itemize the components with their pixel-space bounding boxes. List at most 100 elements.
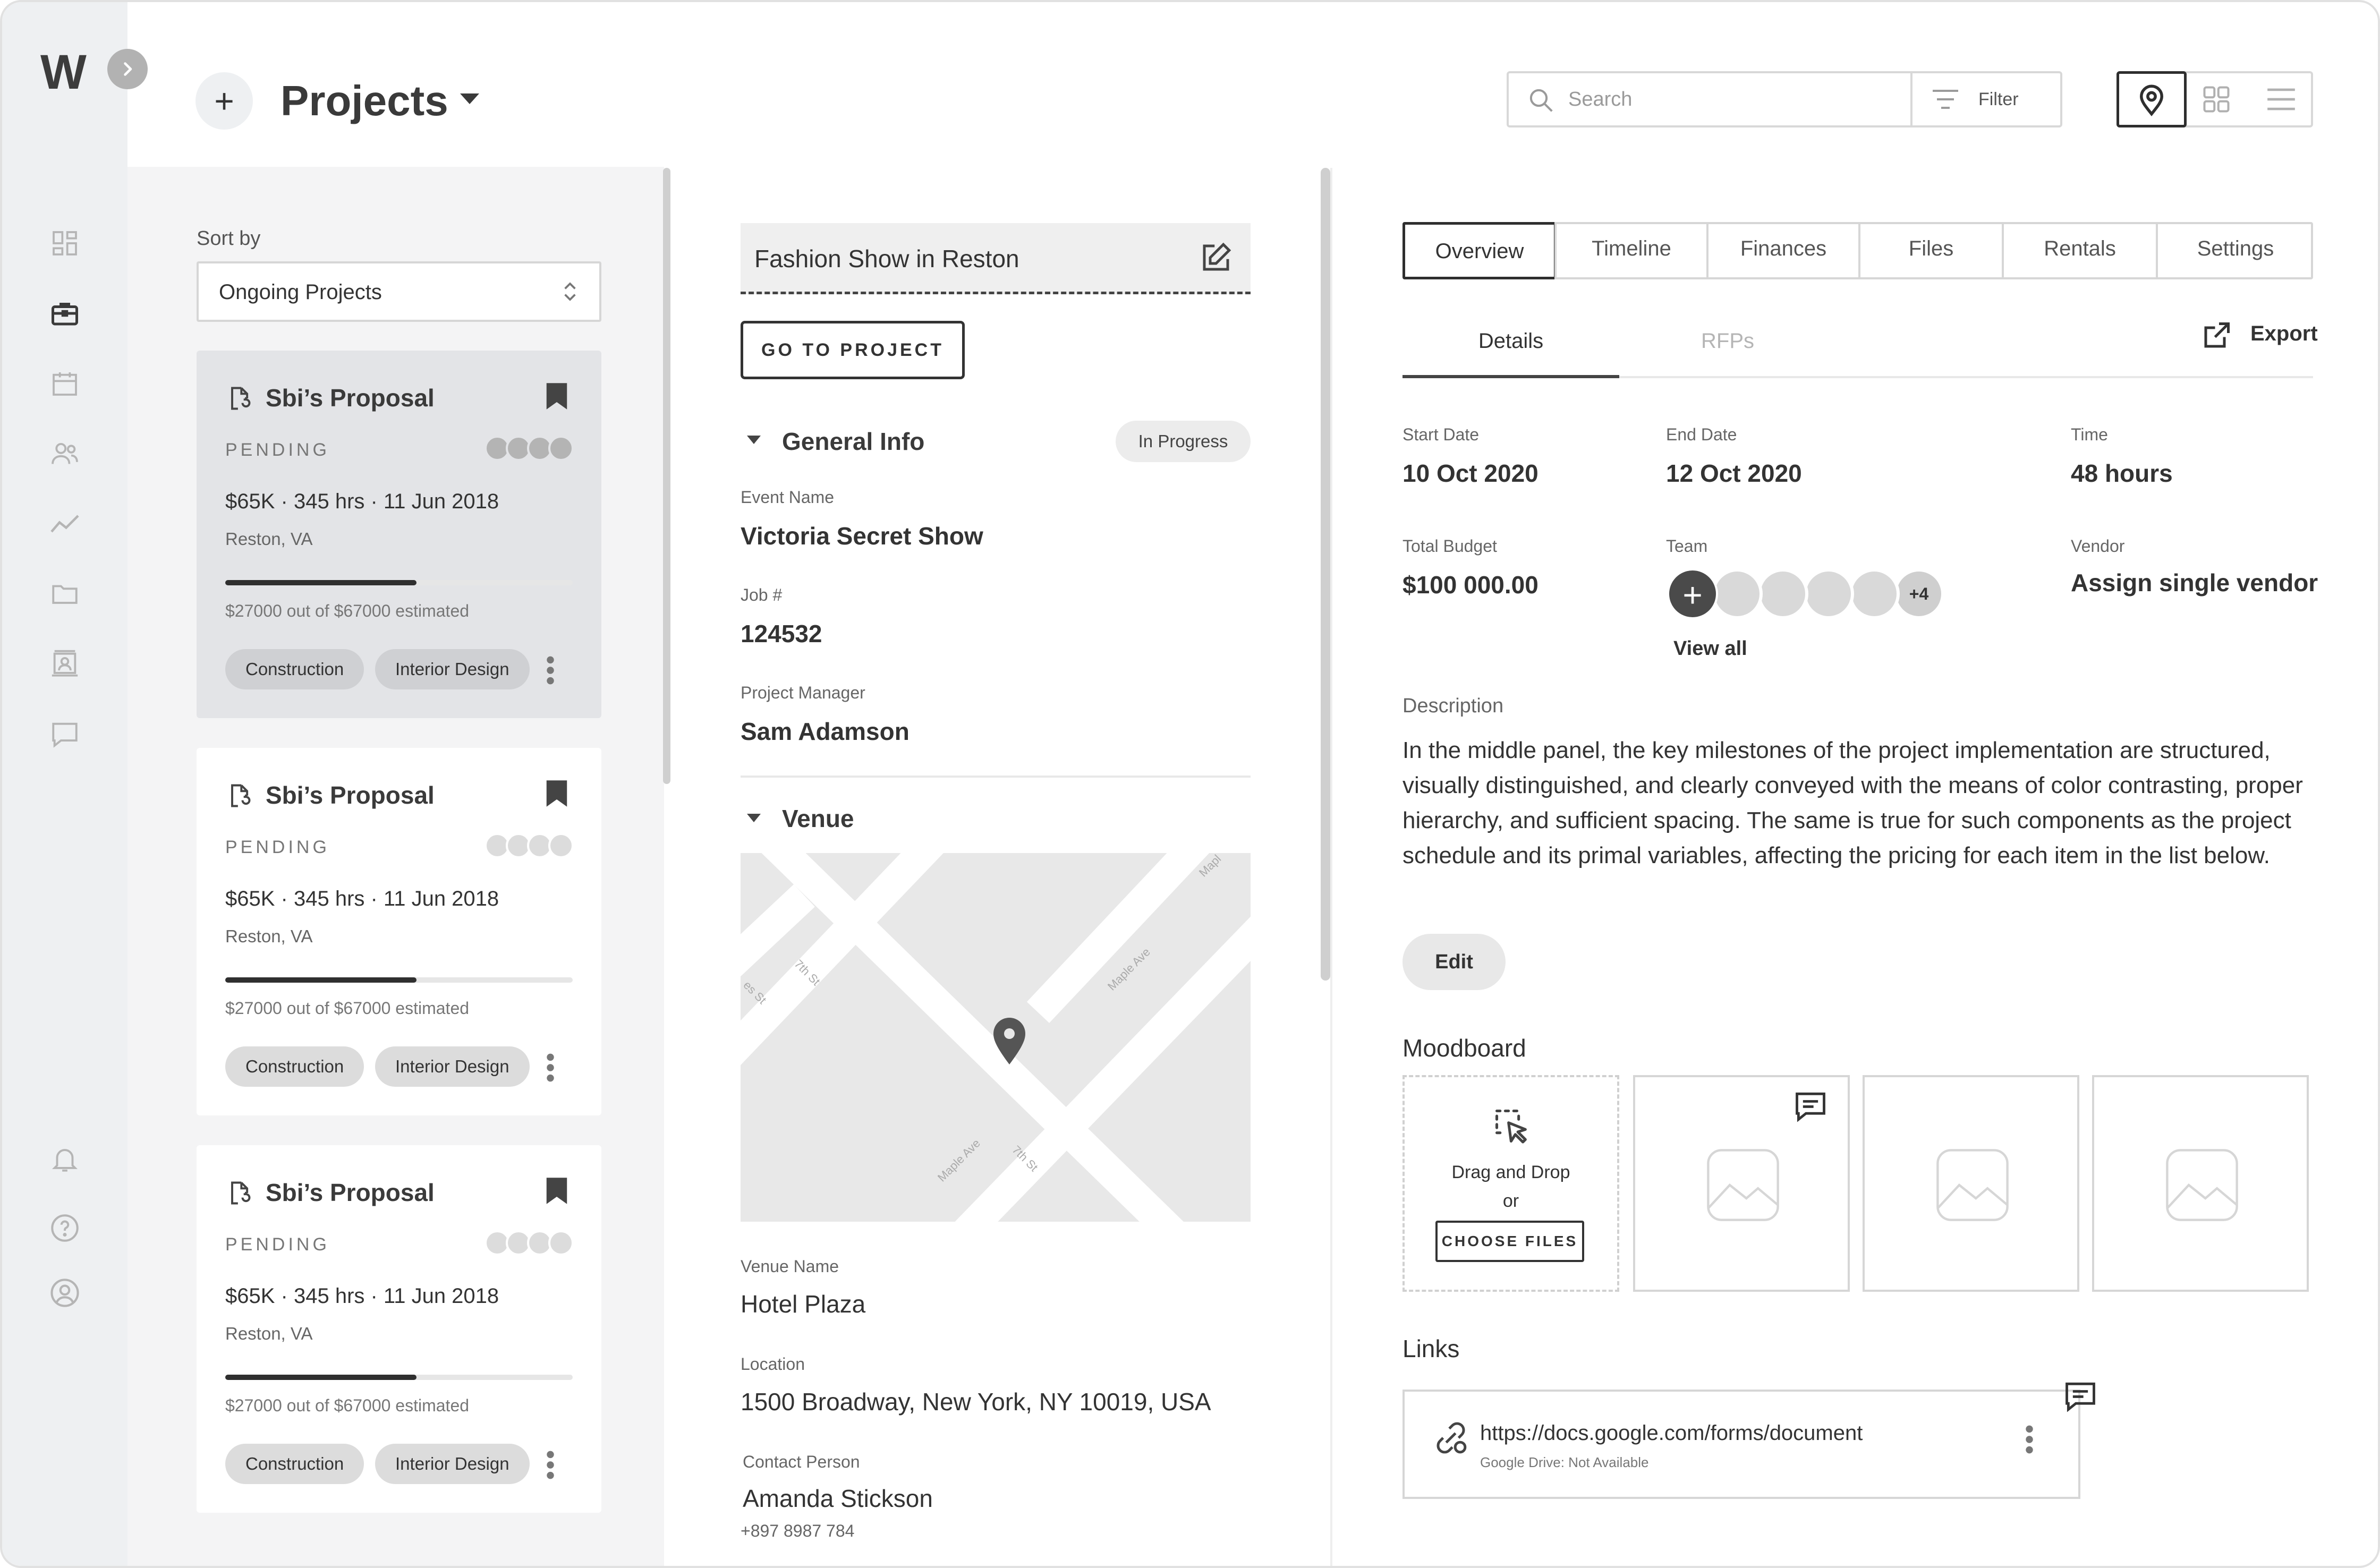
bookmark-icon[interactable]: [545, 1176, 568, 1206]
image-placeholder-icon: [1707, 1149, 1779, 1221]
map-streets: Maple Ave 7th St Maple Ave 7th St Mapl e…: [741, 853, 1251, 1222]
tag-construction[interactable]: Construction: [225, 1444, 364, 1484]
edit-description-button[interactable]: Edit: [1402, 934, 1506, 990]
card-progress-bar: [225, 1375, 573, 1380]
tab-rentals[interactable]: Rentals: [2002, 222, 2156, 279]
list-view-button[interactable]: [2246, 71, 2316, 127]
go-to-project-button[interactable]: GO TO PROJECT: [741, 321, 965, 379]
project-list-scrollbar[interactable]: [663, 168, 670, 784]
project-card[interactable]: Sbi’s Proposal PENDING $65K · 345 hrs · …: [197, 748, 601, 1115]
tag-construction[interactable]: Construction: [225, 649, 364, 689]
tag-interior-design[interactable]: Interior Design: [375, 1046, 530, 1087]
more-vertical-icon[interactable]: [545, 1450, 556, 1480]
general-info-title: General Info: [782, 428, 925, 455]
tag-construction[interactable]: Construction: [225, 1046, 364, 1087]
venue-title: Venue: [782, 805, 854, 832]
link-item[interactable]: https://docs.google.com/forms/document G…: [1402, 1390, 2080, 1499]
project-card[interactable]: Sbi’s Proposal PENDING $65K · 345 hrs · …: [197, 351, 601, 718]
drop-text: Drag and Drop: [1451, 1162, 1570, 1182]
add-team-member-button[interactable]: +: [1667, 568, 1718, 619]
nav-files[interactable]: [47, 576, 83, 612]
title-dropdown-button[interactable]: [458, 91, 481, 107]
map-view-button[interactable]: [2116, 71, 2187, 127]
moodboard-image[interactable]: [2092, 1075, 2309, 1292]
choose-files-button[interactable]: CHOOSE FILES: [1435, 1221, 1584, 1262]
nav-help[interactable]: [47, 1210, 83, 1246]
assign-vendor-link[interactable]: Assign single vendor: [2071, 568, 2318, 597]
comment-icon[interactable]: [2062, 1378, 2098, 1414]
contacts-icon: [52, 650, 78, 677]
tag-interior-design[interactable]: Interior Design: [375, 649, 530, 689]
edit-icon[interactable]: [1198, 240, 1234, 275]
export-icon[interactable]: [2200, 320, 2232, 352]
list-icon: [2267, 88, 2295, 110]
add-project-button[interactable]: +: [196, 72, 253, 130]
collapse-venue-icon[interactable]: [745, 812, 763, 824]
comment-icon[interactable]: [1792, 1088, 1829, 1124]
job-number-value: 124532: [741, 620, 822, 647]
nav-messages[interactable]: [47, 716, 83, 752]
filter-button[interactable]: Filter: [1912, 73, 2062, 125]
tab-settings[interactable]: Settings: [2156, 222, 2313, 279]
end-date-value: 12 Oct 2020: [1666, 459, 1802, 487]
avatar[interactable]: [1803, 568, 1854, 619]
avatar[interactable]: [1712, 568, 1763, 619]
tab-files[interactable]: Files: [1858, 222, 2002, 279]
subtab-rfps[interactable]: RFPs: [1619, 329, 1836, 353]
event-name-value: Victoria Secret Show: [741, 522, 983, 550]
card-meta: $65K · 345 hrs · 11 Jun 2018: [225, 490, 499, 513]
project-manager-value: Sam Adamson: [741, 718, 910, 745]
venue-map[interactable]: Maple Ave 7th St Maple Ave 7th St Mapl e…: [741, 853, 1251, 1222]
nav-people[interactable]: [47, 436, 83, 472]
project-name-field[interactable]: Fashion Show in Reston: [741, 223, 1251, 294]
team-more-count[interactable]: +4: [1893, 568, 1944, 619]
nav-notifications[interactable]: [47, 1141, 83, 1177]
collapse-general-info-icon[interactable]: [745, 433, 763, 446]
start-date-value: 10 Oct 2020: [1402, 459, 1538, 487]
tab-timeline[interactable]: Timeline: [1554, 222, 1706, 279]
link-source: Google Drive: Not Available: [1480, 1454, 1649, 1470]
project-manager-label: Project Manager: [741, 683, 865, 702]
bookmark-icon[interactable]: [545, 381, 568, 411]
grid-view-button[interactable]: [2181, 71, 2251, 127]
card-estimate: $27000 out of $67000 estimated: [225, 601, 470, 620]
nav-contacts[interactable]: [47, 646, 83, 682]
nav-profile[interactable]: [47, 1275, 83, 1311]
more-vertical-icon[interactable]: [545, 655, 556, 685]
moodboard-image[interactable]: [1863, 1075, 2079, 1292]
moodboard-image[interactable]: [1633, 1075, 1850, 1292]
link-url[interactable]: https://docs.google.com/forms/document: [1480, 1421, 1863, 1445]
search-bar: Filter: [1507, 71, 2062, 127]
trend-icon: [50, 515, 79, 533]
avatar[interactable]: [1849, 568, 1900, 619]
more-vertical-icon[interactable]: [545, 1053, 556, 1083]
tag-interior-design[interactable]: Interior Design: [375, 1444, 530, 1484]
rail-toggle-button[interactable]: [107, 49, 148, 89]
project-card[interactable]: Sbi’s Proposal PENDING $65K · 345 hrs · …: [197, 1145, 601, 1513]
export-button[interactable]: Export: [2250, 322, 2318, 346]
nav-calendar[interactable]: [47, 365, 83, 402]
search-input[interactable]: [1568, 73, 1898, 125]
bookmark-icon[interactable]: [545, 779, 568, 808]
subtab-details[interactable]: Details: [1402, 329, 1619, 353]
nav-dashboard[interactable]: [47, 225, 83, 261]
card-title: Sbi’s Proposal: [266, 384, 435, 412]
tab-overview[interactable]: Overview: [1402, 222, 1557, 279]
time-label: Time: [2071, 425, 2108, 444]
nav-projects[interactable]: [47, 295, 83, 331]
sort-select[interactable]: Ongoing Projects: [197, 261, 601, 322]
card-assignees: [484, 1230, 575, 1256]
tab-finances[interactable]: Finances: [1706, 222, 1858, 279]
total-budget-value: $100 000.00: [1402, 571, 1538, 599]
summary-scrollbar[interactable]: [1321, 168, 1330, 981]
section-divider: [741, 776, 1251, 778]
status-badge: In Progress: [1116, 421, 1251, 462]
nav-analytics[interactable]: [47, 506, 83, 542]
user-icon: [50, 1279, 79, 1307]
venue-name-value: Hotel Plaza: [741, 1290, 866, 1318]
view-all-team-link[interactable]: View all: [1673, 637, 1747, 660]
location-label: Location: [741, 1354, 805, 1374]
moodboard-drop-zone[interactable]: Drag and Drop or CHOOSE FILES: [1402, 1075, 1619, 1292]
more-vertical-icon[interactable]: [2024, 1425, 2035, 1454]
avatar[interactable]: [1757, 568, 1808, 619]
